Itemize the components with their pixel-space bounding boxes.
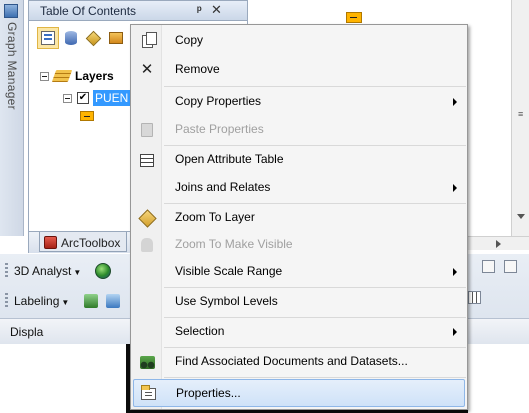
scroll-grip-icon: ≡ [518,109,524,119]
menu-item-label: Visible Scale Range [175,264,283,278]
toolbar-icon[interactable] [504,260,517,273]
toolbar-icon[interactable] [482,260,495,273]
toolbar-grip-icon[interactable] [5,293,8,309]
list-by-selection-button[interactable] [105,27,127,49]
copy-icon [139,31,157,49]
menu-item-label: Paste Properties [175,122,264,136]
scroll-down-arrow-icon[interactable] [517,214,525,219]
labeling-label: Labeling [14,294,60,308]
tab-arctoolbox[interactable]: ArcToolbox [39,232,128,252]
submenu-arrow-icon [453,328,457,336]
layers-label: Layers [75,69,114,83]
menu-item-use-symbol-levels[interactable]: Use Symbol Levels [133,288,465,316]
list-by-drawing-order-icon [41,31,55,45]
menu-item-find-associated-documents[interactable]: Find Associated Documents and Datasets..… [133,348,465,376]
list-by-drawing-order-button[interactable] [37,27,59,49]
collapse-layer-icon[interactable] [63,93,72,103]
menu-item-copy[interactable]: Copy [133,27,465,55]
3d-analyst-label: 3D Analyst [14,264,72,278]
menu-item-label: Zoom To Make Visible [175,237,293,251]
collapse-layers-icon[interactable] [40,71,49,81]
scroll-right-arrow-icon[interactable] [496,240,501,248]
toc-title: Table Of Contents [40,4,137,18]
list-by-visibility-button[interactable] [82,27,104,49]
layers-icon [51,70,73,82]
paste-icon [139,122,155,138]
arctoolbox-icon [44,236,57,249]
menu-item-label: Joins and Relates [175,180,271,194]
menu-item-open-attribute-table[interactable]: Open Attribute Table [133,146,465,174]
menu-item-label: Selection [175,324,225,338]
table-view-icon[interactable] [468,291,481,304]
menu-separator [164,377,466,378]
map-horizontal-scrollbar[interactable] [460,236,529,250]
label-manager-icon[interactable] [84,294,98,308]
menu-item-label: Zoom To Layer [175,210,255,224]
layer-context-menu: Copy ✕ Remove Copy Properties Paste Prop… [130,24,468,410]
submenu-arrow-icon [453,268,457,276]
dropdown-arrow-icon: ▼ [61,298,70,307]
properties-icon [140,385,156,402]
graph-manager-icon[interactable] [4,4,18,18]
layer-symbol-swatch[interactable] [80,111,94,121]
binoculars-icon [139,354,155,370]
menu-item-selection[interactable]: Selection [133,318,465,346]
list-by-source-icon [65,31,77,45]
menu-item-label: Remove [175,62,220,76]
toolbar-grip-icon[interactable] [5,263,8,279]
toc-titlebar[interactable]: Table Of Contents ᵖ ✕ [29,1,247,21]
status-text: Displa [10,325,44,339]
map-point-feature[interactable] [346,12,362,23]
menu-item-copy-properties[interactable]: Copy Properties [133,88,465,116]
table-icon [139,152,155,168]
remove-icon: ✕ [140,61,154,78]
menu-item-properties[interactable]: Properties... [133,379,465,407]
menu-item-visible-scale-range[interactable]: Visible Scale Range [133,258,465,286]
tab-arctoolbox-label: ArcToolbox [61,235,121,250]
menu-item-remove[interactable]: ✕ Remove [133,56,465,84]
label-priority-icon[interactable] [106,294,120,308]
menu-separator [164,86,466,87]
right-toolbar-fragment [468,254,529,344]
menu-item-label: Find Associated Documents and Datasets..… [175,354,408,368]
3d-analyst-dropdown[interactable]: 3D Analyst ▼ [14,264,81,278]
submenu-arrow-icon [453,98,457,106]
dropdown-arrow-icon: ▼ [73,268,82,277]
submenu-arrow-icon [453,184,457,192]
menu-item-label: Open Attribute Table [175,152,284,166]
menu-item-label: Copy [175,33,204,47]
list-by-selection-icon [109,32,123,44]
menu-item-label: Properties... [176,386,241,400]
menu-item-paste-properties[interactable]: Paste Properties [133,116,465,144]
zoom-to-layer-icon [137,208,157,228]
menu-item-joins-and-relates[interactable]: Joins and Relates [133,174,465,202]
menu-item-zoom-to-make-visible[interactable]: Zoom To Make Visible [133,231,465,259]
tree-node-layer[interactable]: ✔ PUEN [63,89,131,107]
graph-manager-label[interactable]: Graph Manager [5,22,19,110]
globe-icon[interactable] [95,263,111,279]
layer-name[interactable]: PUEN [93,90,131,106]
graph-manager-strip[interactable]: Graph Manager [0,0,24,236]
map-vertical-scrollbar[interactable]: ≡ [511,0,529,236]
close-icon[interactable]: ✕ [211,2,222,18]
menu-item-label: Copy Properties [175,94,262,108]
menu-item-zoom-to-layer[interactable]: Zoom To Layer [133,204,465,232]
menu-item-label: Use Symbol Levels [175,294,278,308]
list-by-source-button[interactable] [60,27,82,49]
layer-visibility-checkbox[interactable]: ✔ [77,92,89,104]
tree-node-layers[interactable]: Layers [40,67,114,85]
list-by-visibility-icon [85,30,101,46]
pin-icon[interactable]: ᵖ [197,3,202,17]
zoom-visible-icon [139,237,155,253]
labeling-dropdown[interactable]: Labeling ▼ [14,294,69,308]
